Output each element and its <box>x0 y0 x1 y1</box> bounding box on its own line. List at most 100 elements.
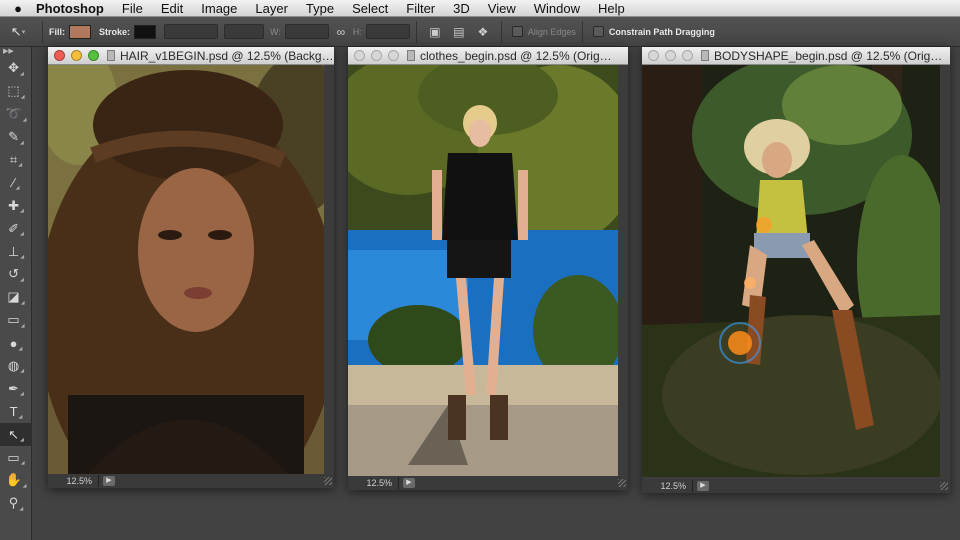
document-window-clothes[interactable]: clothes_begin.psd @ 12.5% (Orig… 12.5% ▶ <box>348 47 628 490</box>
healing-brush-tool-icon: ✚ <box>8 197 20 213</box>
menu-type[interactable]: Type <box>306 1 334 16</box>
close-button[interactable] <box>354 50 365 61</box>
close-button[interactable] <box>54 50 65 61</box>
resize-grip-icon[interactable] <box>940 482 948 490</box>
menu-help[interactable]: Help <box>598 1 625 16</box>
zoom-level[interactable]: 12.5% <box>642 481 692 491</box>
clone-stamp-tool-icon: ⊥ <box>7 243 20 259</box>
image-canvas-bodyshape[interactable] <box>642 65 940 477</box>
path-arrangement-icon[interactable]: ❖ <box>475 24 491 40</box>
gradient-tool-button[interactable]: ▭ ◢ <box>0 309 32 332</box>
zoom-button[interactable] <box>388 50 399 61</box>
minimize-button[interactable] <box>71 50 82 61</box>
marquee-tool-button[interactable]: ⬚ ◢ <box>0 80 32 103</box>
close-button[interactable] <box>648 50 659 61</box>
flyout-triangle-icon: ◢ <box>20 460 25 467</box>
forest-model-image <box>642 65 940 477</box>
flyout-triangle-icon: ◢ <box>20 139 24 146</box>
image-canvas-hair[interactable] <box>48 65 324 474</box>
menu-3d[interactable]: 3D <box>453 1 470 16</box>
eraser-tool-icon: ◪ <box>7 289 20 305</box>
flyout-triangle-icon: ◢ <box>18 414 23 421</box>
type-tool-button[interactable]: T ◢ <box>0 400 32 423</box>
clone-stamp-tool-button[interactable]: ⊥ ◢ <box>0 240 32 263</box>
eyedropper-tool-button[interactable]: ⁄ ◢ <box>0 171 32 194</box>
document-window-hair[interactable]: HAIR_v1BEGIN.psd @ 12.5% (Backg… 12.5% ▶ <box>48 47 334 488</box>
healing-brush-tool-button[interactable]: ✚ ◢ <box>0 194 32 217</box>
minimize-button[interactable] <box>665 50 676 61</box>
dodge-tool-button[interactable]: ◍ ◢ <box>0 355 32 378</box>
zoom-tool-button[interactable]: ⚲ ◢ <box>0 492 32 515</box>
minimize-button[interactable] <box>371 50 382 61</box>
pen-tool-button[interactable]: ✒ ◢ <box>0 377 32 400</box>
apple-menu-icon[interactable]: ● <box>0 1 36 16</box>
menu-view[interactable]: View <box>488 1 516 16</box>
marquee-tool-icon: ⬚ <box>7 83 20 99</box>
menu-layer[interactable]: Layer <box>255 1 288 16</box>
document-title: clothes_begin.psd @ 12.5% (Orig… <box>420 48 612 63</box>
path-alignment-icon[interactable]: ▤ <box>451 24 467 40</box>
lasso-tool-button[interactable]: ➰ ◢ <box>0 103 32 126</box>
document-window-bodyshape[interactable]: BODYSHAPE_begin.psd @ 12.5% (Orig… 12.5%… <box>642 47 950 493</box>
height-field[interactable] <box>365 24 410 39</box>
vertical-scrollbar[interactable] <box>940 65 950 477</box>
link-icon[interactable]: ∞ <box>333 24 349 40</box>
document-titlebar[interactable]: HAIR_v1BEGIN.psd @ 12.5% (Backg… <box>48 47 334 65</box>
flyout-triangle-icon: ◢ <box>20 391 24 398</box>
gradient-tool-icon: ▭ <box>7 312 20 328</box>
resize-grip-icon[interactable] <box>324 477 332 485</box>
divider <box>692 480 693 492</box>
document-title: HAIR_v1BEGIN.psd @ 12.5% (Backg… <box>120 48 334 63</box>
flyout-triangle-icon: ◢ <box>19 505 24 512</box>
stroke-width-field[interactable] <box>164 24 219 39</box>
tool-list: ✥ ◢ ⬚ ◢ ➰ ◢ ✎ ◢ ⌗ ◢ ⁄ ◢ ✚ ◢ ✐ ◢ ⊥ ◢ ↺ ◢ ◪ ◢ ▭ ◢ ● ◢ ◍ ◢ ✒ ◢ T ◢ ↖ ◢ ▭ ◢ ✋ ◢ ⚲ ◢ <box>0 57 32 515</box>
menu-file[interactable]: File <box>122 1 143 16</box>
constrain-path-checkbox[interactable] <box>592 26 604 37</box>
eyedropper-tool-icon: ⁄ <box>12 175 15 191</box>
panel-collapse-icon[interactable]: ▶▶ <box>0 47 31 57</box>
quick-select-tool-button[interactable]: ✎ ◢ <box>0 126 32 149</box>
zoom-level[interactable]: 12.5% <box>48 476 98 486</box>
constrain-path-label: Constrain Path Dragging <box>608 26 715 37</box>
document-titlebar[interactable]: BODYSHAPE_begin.psd @ 12.5% (Orig… <box>642 47 950 65</box>
menu-select[interactable]: Select <box>352 1 388 16</box>
zoom-tool-icon: ⚲ <box>8 495 19 511</box>
eraser-tool-button[interactable]: ◪ ◢ <box>0 286 32 309</box>
document-info-icon[interactable]: ▶ <box>697 481 709 491</box>
document-info-icon[interactable]: ▶ <box>403 478 415 488</box>
tool-preset-picker[interactable]: ↖ ▾ <box>0 20 36 44</box>
history-brush-tool-button[interactable]: ↺ ◢ <box>0 263 32 286</box>
move-tool-button[interactable]: ✥ ◢ <box>0 57 32 80</box>
vertical-scrollbar[interactable] <box>324 65 334 474</box>
stroke-color-swatch[interactable] <box>134 24 157 39</box>
menu-filter[interactable]: Filter <box>406 1 435 16</box>
image-canvas-clothes[interactable] <box>348 65 618 476</box>
resize-grip-icon[interactable] <box>618 479 626 487</box>
zoom-button[interactable] <box>682 50 693 61</box>
vertical-scrollbar[interactable] <box>618 65 628 476</box>
rectangle-tool-button[interactable]: ▭ ◢ <box>0 446 32 469</box>
document-titlebar[interactable]: clothes_begin.psd @ 12.5% (Orig… <box>348 47 628 65</box>
brush-tool-button[interactable]: ✐ ◢ <box>0 217 32 240</box>
path-operations-icon[interactable]: ▣ <box>427 24 443 40</box>
path-selection-tool-button[interactable]: ↖ ◢ <box>0 423 32 447</box>
hand-tool-button[interactable]: ✋ ◢ <box>0 469 32 492</box>
width-field[interactable] <box>284 24 329 39</box>
divider <box>581 20 583 43</box>
zoom-button[interactable] <box>88 50 99 61</box>
menu-edit[interactable]: Edit <box>161 1 183 16</box>
lasso-tool-icon: ➰ <box>5 106 22 122</box>
menu-image[interactable]: Image <box>201 1 237 16</box>
align-edges-checkbox[interactable] <box>511 26 523 37</box>
document-info-icon[interactable]: ▶ <box>103 476 115 486</box>
menu-window[interactable]: Window <box>534 1 580 16</box>
crop-tool-button[interactable]: ⌗ ◢ <box>0 149 32 172</box>
zoom-level[interactable]: 12.5% <box>348 478 398 488</box>
stroke-type-dropdown[interactable] <box>224 24 265 39</box>
portrait-hair-image <box>48 65 324 474</box>
blur-tool-button[interactable]: ● ◢ <box>0 332 32 355</box>
path-selection-tool-icon: ↖ <box>8 426 20 442</box>
fill-color-swatch[interactable] <box>69 24 91 39</box>
pen-tool-icon: ✒ <box>8 380 20 396</box>
app-menu[interactable]: Photoshop <box>36 1 104 16</box>
